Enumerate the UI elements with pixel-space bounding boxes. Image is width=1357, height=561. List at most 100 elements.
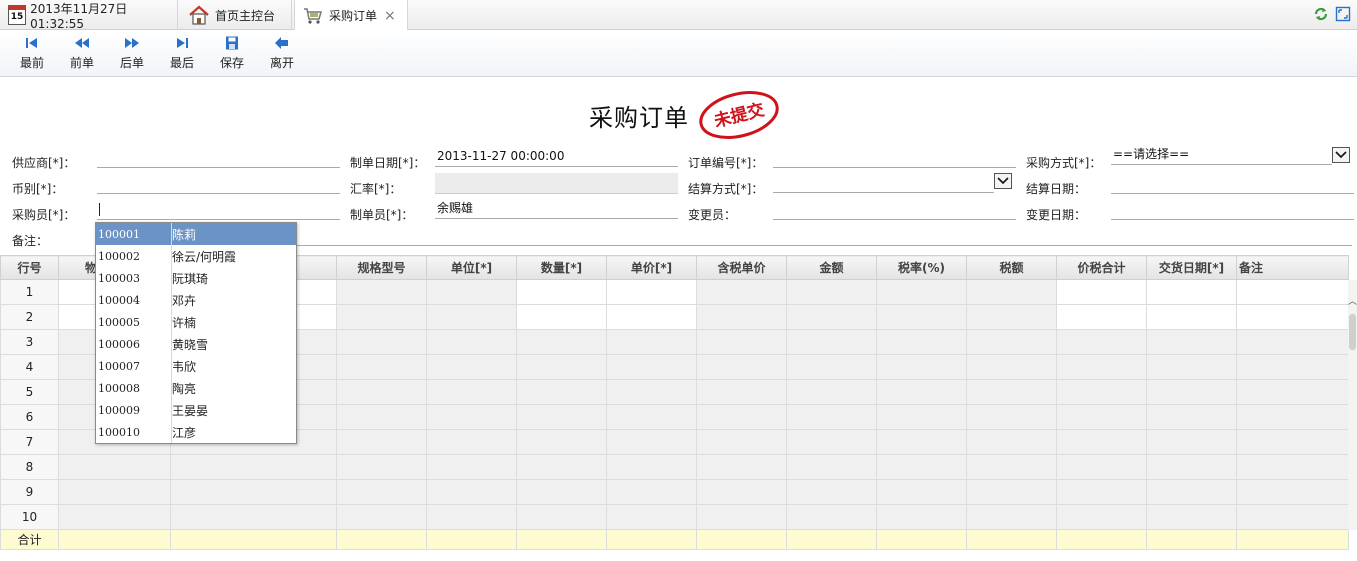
table-cell[interactable]	[426, 354, 517, 380]
table-cell[interactable]	[786, 354, 877, 380]
column-header[interactable]: 数量[*]	[516, 255, 607, 280]
table-row[interactable]: 8	[0, 454, 1349, 480]
refresh-icon[interactable]	[1313, 6, 1329, 22]
table-cell[interactable]	[606, 504, 697, 530]
table-cell[interactable]	[336, 354, 427, 380]
table-cell[interactable]	[786, 304, 877, 330]
table-cell[interactable]	[170, 504, 337, 530]
column-header[interactable]: 单价[*]	[606, 255, 697, 280]
vertical-scrollbar[interactable]: ︿	[1348, 280, 1357, 530]
change-date-field[interactable]	[1111, 201, 1354, 220]
table-cell[interactable]	[58, 479, 171, 505]
table-cell[interactable]	[1236, 454, 1349, 480]
table-cell[interactable]	[696, 479, 787, 505]
table-cell[interactable]	[786, 504, 877, 530]
table-cell[interactable]	[336, 504, 427, 530]
table-cell[interactable]	[1236, 304, 1349, 330]
table-cell[interactable]	[696, 404, 787, 430]
buyer-option[interactable]: 100009 王晏晏	[96, 399, 296, 421]
column-header[interactable]: 税额	[966, 255, 1057, 280]
fullscreen-icon[interactable]	[1335, 6, 1351, 22]
buyer-option[interactable]: 100005 许楠	[96, 311, 296, 333]
table-cell[interactable]	[336, 454, 427, 480]
settlement-date-field[interactable]	[1111, 175, 1354, 194]
table-cell[interactable]	[516, 479, 607, 505]
scroll-up-icon[interactable]: ︿	[1348, 294, 1357, 307]
buyer-option[interactable]: 100003 阮琪琦	[96, 267, 296, 289]
table-cell[interactable]	[336, 304, 427, 330]
creator-field[interactable]: 余赐雄	[435, 200, 678, 219]
column-header[interactable]: 税率(%)	[876, 255, 967, 280]
table-cell[interactable]	[606, 429, 697, 455]
table-cell[interactable]	[966, 304, 1057, 330]
table-cell[interactable]	[966, 429, 1057, 455]
table-cell[interactable]	[786, 379, 877, 405]
table-cell[interactable]	[1236, 504, 1349, 530]
tab-home[interactable]: 首页主控台	[180, 0, 292, 30]
table-cell[interactable]	[58, 454, 171, 480]
supplier-field[interactable]	[97, 149, 340, 168]
last-record-button[interactable]: 最后	[162, 36, 202, 72]
table-cell[interactable]	[516, 279, 607, 305]
first-record-button[interactable]: 最前	[12, 36, 52, 72]
table-cell[interactable]	[336, 429, 427, 455]
table-cell[interactable]	[966, 454, 1057, 480]
table-cell[interactable]	[606, 279, 697, 305]
table-cell[interactable]	[696, 454, 787, 480]
purchase-method-select[interactable]: ==请选择==	[1111, 146, 1332, 165]
table-cell[interactable]	[1056, 504, 1147, 530]
table-cell[interactable]	[1056, 429, 1147, 455]
next-record-button[interactable]: 后单	[112, 36, 152, 72]
table-cell[interactable]	[426, 379, 517, 405]
table-cell[interactable]	[1236, 379, 1349, 405]
order-no-field[interactable]	[773, 149, 1016, 168]
table-cell[interactable]	[966, 479, 1057, 505]
table-cell[interactable]	[966, 504, 1057, 530]
table-cell[interactable]	[606, 354, 697, 380]
column-header[interactable]: 价税合计	[1056, 255, 1147, 280]
table-cell[interactable]	[786, 479, 877, 505]
table-cell[interactable]	[606, 404, 697, 430]
table-cell[interactable]	[606, 454, 697, 480]
table-cell[interactable]	[786, 454, 877, 480]
table-cell[interactable]	[1146, 429, 1237, 455]
table-cell[interactable]	[58, 504, 171, 530]
table-cell[interactable]	[606, 304, 697, 330]
table-cell[interactable]	[786, 279, 877, 305]
table-cell[interactable]	[516, 354, 607, 380]
table-cell[interactable]	[696, 354, 787, 380]
table-row[interactable]: 9	[0, 479, 1349, 505]
table-cell[interactable]	[1146, 329, 1237, 355]
table-cell[interactable]	[876, 429, 967, 455]
table-cell[interactable]	[426, 454, 517, 480]
currency-field[interactable]	[97, 175, 340, 194]
table-cell[interactable]	[1236, 404, 1349, 430]
table-cell[interactable]	[516, 429, 607, 455]
column-header[interactable]: 金额	[786, 255, 877, 280]
table-cell[interactable]	[1146, 404, 1237, 430]
previous-record-button[interactable]: 前单	[62, 36, 102, 72]
table-cell[interactable]	[876, 354, 967, 380]
table-cell[interactable]	[696, 304, 787, 330]
table-cell[interactable]	[426, 429, 517, 455]
table-cell[interactable]	[876, 279, 967, 305]
table-cell[interactable]	[1056, 454, 1147, 480]
table-cell[interactable]	[876, 404, 967, 430]
table-cell[interactable]	[336, 404, 427, 430]
table-cell[interactable]	[516, 379, 607, 405]
buyer-option[interactable]: 100008 陶亮	[96, 377, 296, 399]
tab-purchase-order[interactable]: 采购订单 ×	[294, 0, 408, 31]
table-cell[interactable]	[1146, 454, 1237, 480]
table-cell[interactable]	[786, 329, 877, 355]
table-cell[interactable]	[1146, 379, 1237, 405]
table-cell[interactable]	[606, 479, 697, 505]
table-cell[interactable]	[426, 329, 517, 355]
table-cell[interactable]	[170, 454, 337, 480]
table-cell[interactable]	[876, 479, 967, 505]
buyer-option[interactable]: 100004 邓卉	[96, 289, 296, 311]
table-cell[interactable]	[1236, 329, 1349, 355]
buyer-option[interactable]: 100010 江彦	[96, 421, 296, 443]
table-cell[interactable]	[1236, 279, 1349, 305]
table-cell[interactable]	[876, 379, 967, 405]
column-header[interactable]: 行号	[0, 255, 59, 280]
